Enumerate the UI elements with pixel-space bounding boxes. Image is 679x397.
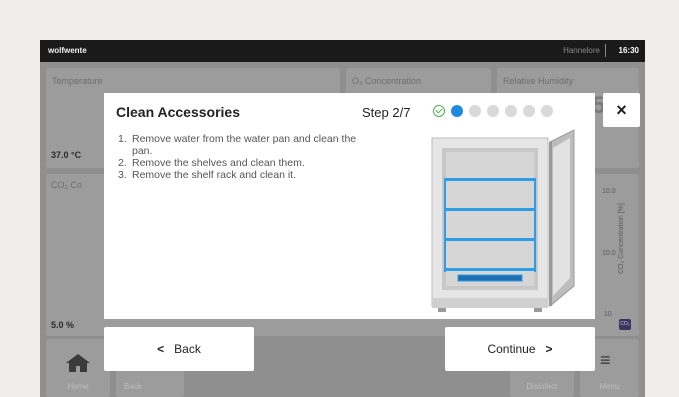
brand-logo: wolfwente: [48, 46, 87, 55]
step-progress: [433, 105, 553, 117]
menu-icon: ≡: [600, 350, 611, 370]
nav-back-label: Back: [124, 382, 142, 391]
instruction-number: 3.: [118, 169, 127, 181]
step-dot-active: [451, 105, 463, 117]
humidity-title: Relative Humidity: [503, 76, 574, 86]
step-dot: [469, 105, 481, 117]
chevron-right-icon: >: [545, 342, 553, 356]
step-dot: [505, 105, 517, 117]
step-done-icon: [433, 105, 445, 117]
instruction-number: 2.: [118, 157, 127, 169]
clean-accessories-dialog: Clean Accessories Step 2/7 1. Remove wate…: [104, 93, 595, 319]
continue-button-label: Continue: [487, 342, 536, 356]
user-name[interactable]: Hannelore: [563, 46, 600, 55]
back-button[interactable]: < Back: [104, 327, 254, 371]
topbar-divider: [605, 44, 606, 57]
nav-home[interactable]: Home: [46, 339, 110, 397]
axis-tick: 10: [604, 311, 612, 318]
nav-home-label: Home: [67, 382, 89, 391]
back-button-label: Back: [174, 342, 201, 356]
step-dot: [487, 105, 499, 117]
co2-value: 5.0 %: [51, 320, 75, 330]
instruction-text: Remove the shelf rack and clean it.: [132, 169, 297, 181]
instruction-text: Remove the shelves and clean them.: [132, 157, 305, 169]
top-bar: wolfwente Hannelore 16:30: [40, 40, 645, 62]
instruction-number: 1.: [118, 133, 127, 145]
chevron-left-icon: <: [157, 342, 165, 356]
incubator-illustration: [431, 129, 575, 312]
nav-menu-label: Menu: [599, 382, 620, 391]
close-icon: ×: [616, 99, 627, 120]
dialog-title: Clean Accessories: [116, 104, 240, 120]
axis-tick: 10.0: [602, 188, 616, 195]
temperature-title: Temperature: [52, 76, 103, 86]
continue-button[interactable]: Continue >: [445, 327, 595, 371]
instruction-list: 1. Remove water from the water pan and cl…: [118, 133, 363, 181]
co2-title: CO₂ Co: [51, 180, 82, 190]
close-button[interactable]: ×: [603, 93, 640, 127]
clock: 16:30: [618, 46, 639, 55]
instruction-item: 3. Remove the shelf rack and clean it.: [118, 169, 363, 181]
temperature-value: 37.0 °C: [51, 150, 82, 160]
step-dot: [523, 105, 535, 117]
instruction-text: Remove water from the water pan and clea…: [132, 133, 357, 157]
step-indicator: Step 2/7: [362, 105, 411, 120]
o2-title: O₂ Concentration: [352, 76, 422, 86]
axis-tick: 10.0: [602, 250, 616, 257]
instruction-item: 1. Remove water from the water pan and cl…: [118, 133, 363, 157]
nav-disinfect-label: Disinfect: [526, 382, 558, 391]
step-dot: [541, 105, 553, 117]
co2-badge: CO₂: [619, 319, 631, 330]
axis-label: CO₂ Concentration [%]: [618, 203, 625, 274]
instruction-item: 2. Remove the shelves and clean them.: [118, 157, 363, 169]
home-icon: [66, 354, 90, 372]
